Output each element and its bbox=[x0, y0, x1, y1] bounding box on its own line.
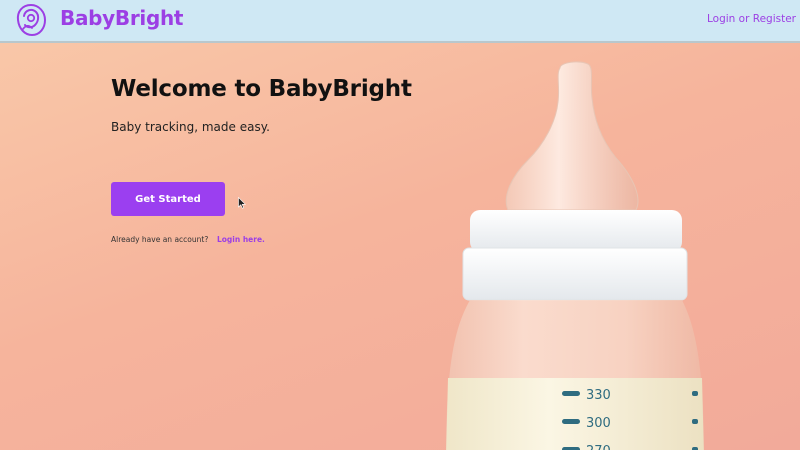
baby-bottle-image: 330 300 270 bbox=[446, 61, 704, 450]
baby-logo-icon[interactable] bbox=[15, 3, 47, 37]
login-register-link[interactable]: Login or Register bbox=[707, 13, 796, 25]
already-account-text: Already have an account? bbox=[111, 235, 209, 244]
get-started-button[interactable]: Get Started bbox=[111, 182, 225, 216]
volume-marking: 270 bbox=[586, 444, 611, 450]
login-here-link[interactable]: Login here. bbox=[217, 235, 265, 244]
top-navbar: BabyBright Login or Register bbox=[0, 0, 800, 43]
page-subtitle: Baby tracking, made easy. bbox=[111, 120, 270, 134]
page-title: Welcome to BabyBright bbox=[111, 76, 412, 102]
mouse-cursor-icon bbox=[238, 197, 246, 209]
volume-marking: 300 bbox=[586, 416, 611, 431]
brand-name[interactable]: BabyBright bbox=[60, 6, 183, 30]
hero-section: Welcome to BabyBright Baby tracking, mad… bbox=[0, 43, 800, 450]
volume-marking: 330 bbox=[586, 388, 611, 403]
